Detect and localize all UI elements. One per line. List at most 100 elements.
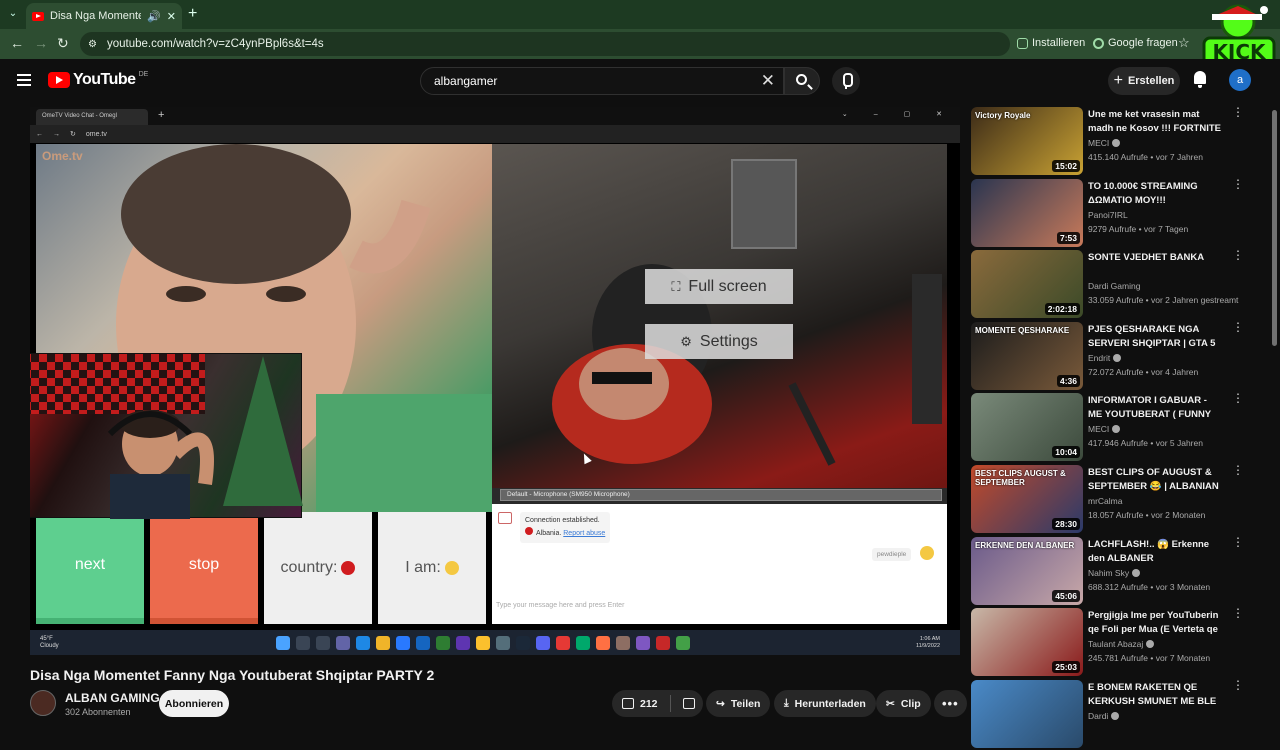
video-thumbnail[interactable]: 25:03	[971, 608, 1083, 677]
site-info-icon[interactable]: ⚙	[88, 39, 97, 50]
fullscreen-button[interactable]: ⛶ Full screen	[645, 269, 793, 304]
more-options-icon[interactable]: ⋮	[1232, 249, 1244, 261]
recommended-video[interactable]: E BONEM RAKETEN QE KERKUSH SMUNET ME BLE…	[970, 679, 1260, 750]
video-title[interactable]: BEST CLIPS OF AUGUST & SEPTEMBER 😂 | ALB…	[1088, 466, 1223, 494]
channel-name[interactable]: ALBAN GAMING	[65, 691, 160, 705]
voice-search-icon[interactable]	[832, 67, 860, 95]
store-icon	[396, 636, 410, 650]
taskbar-icons	[276, 636, 690, 650]
forward-icon[interactable]: →	[34, 35, 48, 51]
channel-name[interactable]: mrCalma	[1088, 496, 1122, 506]
recommended-video[interactable]: 10:04 INFORMATOR I GABUAR - ME YOUTUBERA…	[970, 392, 1260, 463]
video-title[interactable]: SONTE VJEDHET BANKA	[1088, 251, 1223, 265]
clear-search-icon[interactable]: ✕	[761, 71, 775, 91]
recommended-video[interactable]: ERKENNE DEN ALBANER 45:06 LACHFLASH!.. 😱…	[970, 536, 1260, 607]
video-title[interactable]: LACHFLASH!.. 😱 Erkenne den ALBANER	[1088, 538, 1223, 566]
video-thumbnail[interactable]: MOMENTE QESHARAKE 4:36	[971, 321, 1083, 390]
video-thumbnail[interactable]: 7:53	[971, 178, 1083, 247]
video-title[interactable]: Une me ket vrasesin mat madh ne Kosov !!…	[1088, 108, 1223, 136]
more-options-icon[interactable]: ⋮	[1232, 679, 1244, 691]
google-ask-button[interactable]: Google fragen	[1093, 37, 1178, 49]
gear-icon: ⚙	[680, 333, 692, 349]
scrollbar[interactable]	[1272, 110, 1277, 346]
download-button[interactable]: ⤓ Herunterladen	[774, 690, 876, 717]
bookmark-star-icon[interactable]: ☆	[1178, 35, 1190, 51]
video-title[interactable]: PJES QESHARAKE NGA SERVERI SHQIPTAR | GT…	[1088, 323, 1223, 351]
video-meta: 245.781 Aufrufe • vor 7 Monaten	[1088, 653, 1211, 664]
video-player[interactable]: OmeTV Video Chat - Omegl + ⌄ – ▢ ✕ ← → ↻ om…	[30, 107, 960, 630]
video-duration: 15:02	[1052, 160, 1080, 172]
speaker-icon[interactable]: 🔊	[147, 10, 161, 23]
video-thumbnail[interactable]: Victory Royale 15:02	[971, 107, 1083, 175]
recommended-video[interactable]: 25:03 Pergjigja Ime per YouTuberin qe Fo…	[970, 607, 1260, 678]
more-options-icon[interactable]: ⋮	[1232, 536, 1244, 548]
edge-icon	[356, 636, 370, 650]
more-options-icon[interactable]: ⋮	[1232, 607, 1244, 619]
menu-icon[interactable]	[17, 74, 31, 86]
weather-temp: 45°F	[40, 636, 53, 642]
more-options-icon[interactable]: ⋮	[1232, 106, 1244, 118]
channel-name[interactable]: Dardi	[1088, 711, 1120, 721]
new-tab-icon[interactable]: +	[188, 5, 197, 23]
channel-name[interactable]: Taulant Abazaj	[1088, 639, 1155, 649]
channel-name[interactable]: Nahim Sky	[1088, 568, 1141, 578]
video-thumbnail[interactable]: ERKENNE DEN ALBANER 45:06	[971, 536, 1083, 605]
reload-icon[interactable]: ↻	[57, 35, 69, 52]
more-options-icon[interactable]: ⋮	[1232, 392, 1244, 404]
thumbs-down-icon[interactable]	[682, 698, 695, 709]
more-options-icon[interactable]: ⋮	[1232, 178, 1244, 190]
youtube-logo[interactable]: YouTube DE	[48, 71, 148, 89]
video-title[interactable]: INFORMATOR I GABUAR - ME YOUTUBERAT ( FU…	[1088, 394, 1223, 422]
video-thumbnail[interactable]: BEST CLIPS AUGUST & SEPTEMBER 28:30	[971, 465, 1083, 533]
account-avatar[interactable]: a	[1229, 69, 1251, 91]
recommended-video[interactable]: 2:02:18 SONTE VJEDHET BANKA Dardi Gaming…	[970, 249, 1260, 320]
video-title[interactable]: E BONEM RAKETEN QE KERKUSH SMUNET ME BLE…	[1088, 681, 1223, 709]
channel-avatar[interactable]	[30, 690, 56, 716]
channel-name[interactable]: Panoi7IRL	[1088, 210, 1128, 220]
like-button[interactable]: 212	[622, 698, 658, 710]
gender-filter[interactable]: I am:	[378, 512, 486, 624]
create-button[interactable]: + Erstellen	[1108, 67, 1180, 95]
browser-tab[interactable]: Disa Nga Momentet Fanny Nga Y 🔊 ✕	[26, 3, 182, 29]
search-button[interactable]	[784, 67, 820, 95]
clip-button[interactable]: ✂ Clip	[876, 690, 931, 717]
share-icon: ↪	[716, 697, 725, 710]
video-thumbnail[interactable]	[971, 679, 1083, 748]
connection-message: Connection established. Albania. Report …	[520, 512, 611, 543]
recommended-video[interactable]: Victory Royale 15:02 Une me ket vrasesin…	[970, 106, 1260, 177]
more-actions-button[interactable]: •••	[934, 690, 967, 717]
channel-name[interactable]: MECI	[1088, 424, 1121, 434]
subscribe-button[interactable]: Abonnieren	[159, 690, 229, 717]
back-icon[interactable]: ←	[10, 35, 24, 51]
video-title[interactable]: TO 10.000€ STREAMING ΔΩΜΑΤΙΟ ΜΟΥ!!!	[1088, 180, 1223, 208]
country-filter[interactable]: country:	[264, 512, 372, 624]
channel-name[interactable]: Dardi Gaming	[1088, 281, 1140, 291]
video-thumbnail[interactable]: 10:04	[971, 393, 1083, 462]
channel-name[interactable]: Endrit	[1088, 353, 1122, 363]
close-tab-icon[interactable]: ✕	[167, 10, 176, 23]
report-abuse-link[interactable]: Report abuse	[563, 530, 605, 537]
install-button[interactable]: Installieren	[1017, 37, 1085, 49]
address-bar[interactable]: ⚙ youtube.com/watch?v=zC4ynPBpl6s&t=4s	[80, 32, 1010, 56]
recommended-video[interactable]: 7:53 TO 10.000€ STREAMING ΔΩΜΑΤΙΟ ΜΟΥ!!!…	[970, 178, 1260, 249]
microphone-select[interactable]: Default - Microphone (SM950 Microphone)	[500, 489, 942, 501]
settings-button[interactable]: ⚙ Settings	[645, 324, 793, 359]
video-thumbnail[interactable]: 2:02:18	[971, 250, 1083, 319]
video-title[interactable]: Pergjigja Ime per YouTuberin qe Foli per…	[1088, 609, 1223, 637]
more-options-icon[interactable]: ⋮	[1232, 321, 1244, 333]
tab-list-icon[interactable]: ⌄	[4, 5, 22, 23]
obs-icon	[556, 636, 570, 650]
connection-country: Albania.	[536, 530, 562, 537]
video-title: Disa Nga Momentet Fanny Nga Youtuberat S…	[30, 667, 435, 683]
next-button[interactable]: next	[36, 512, 144, 624]
search-input[interactable]: albangamer ✕	[420, 67, 784, 95]
notifications-bell-icon[interactable]	[1192, 70, 1208, 88]
share-button[interactable]: ↪ Teilen	[706, 690, 771, 717]
recommended-video[interactable]: MOMENTE QESHARAKE 4:36 PJES QESHARAKE NG…	[970, 321, 1260, 392]
chat-message-input[interactable]: Type your message here and press Enter	[496, 602, 624, 609]
more-options-icon[interactable]: ⋮	[1232, 464, 1244, 476]
stop-button[interactable]: stop	[150, 512, 258, 624]
channel-name[interactable]: MECI	[1088, 138, 1121, 148]
youtube-wordmark: YouTube	[73, 71, 136, 88]
recommended-video[interactable]: BEST CLIPS AUGUST & SEPTEMBER 28:30 BEST…	[970, 464, 1260, 535]
